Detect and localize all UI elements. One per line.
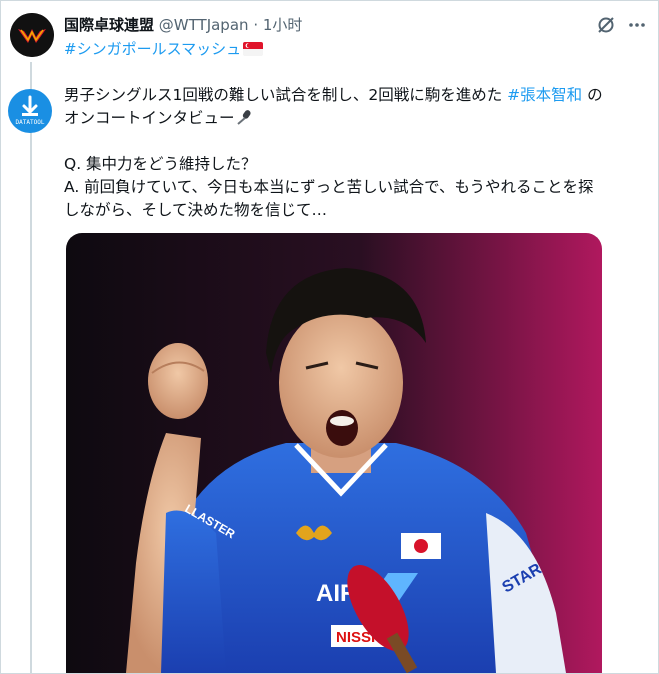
hashtag-link[interactable]: #シンガポールスマッシュ [64,40,241,58]
body-line-1: 男子シングルス1回戦の難しい試合を制し、2回戦に駒を進めた #張本智和 の [64,84,654,107]
answer-line-1: A. 前回負けていて、今日も本当にずっと苦しい試合で、もうやれることを探 [64,178,594,196]
singapore-flag-icon [243,42,264,56]
player-hashtag[interactable]: #張本智和 [507,86,582,104]
thread-line [30,62,32,674]
answer-line-2: しながら、そして決めた物を信じて… [64,201,328,219]
datatool-label: DATATOOL [15,119,45,126]
tweet-header: 国際卓球連盟 @WTTJapan · 1小时 [64,14,659,36]
body-line-2: オンコートインタビュー [64,107,654,130]
body-text-prefix: 男子シングルス1回戦の難しい試合を制し、2回戦に駒を進めた [64,86,508,104]
question-text: Q. 集中力をどう維持した？ [64,155,257,173]
tweet-time[interactable]: 1小时 [263,16,303,34]
more-icon[interactable] [624,12,650,38]
datatool-avatar[interactable]: DATATOOL [8,89,52,133]
tweet-body: 男子シングルス1回戦の難しい試合を制し、2回戦に駒を進めた #張本智和 の オン… [64,84,654,222]
author-name[interactable]: 国際卓球連盟 [64,16,154,34]
download-icon [22,95,38,116]
author-avatar[interactable] [10,13,54,57]
body-text-suffix: の [582,86,603,104]
japan-flag-icon [401,533,441,559]
grok-icon[interactable] [593,12,619,38]
player-photo: AIR NISSH LLASTER STAR [66,233,602,673]
author-handle[interactable]: @WTTJapan [159,16,249,34]
interview-text: オンコートインタビュー [64,109,235,127]
wtt-logo-icon [10,13,54,57]
tag-line: #シンガポールスマッシュ [64,38,264,59]
microphone-icon [235,109,253,127]
separator-dot: · [253,16,259,34]
tweet-photo[interactable]: AIR NISSH LLASTER STAR [66,233,602,673]
